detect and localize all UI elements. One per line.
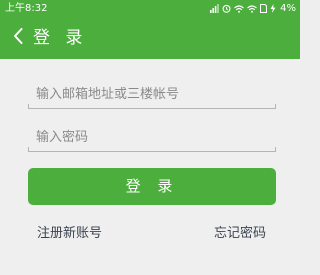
status-time: 上午8:32 xyxy=(5,3,48,14)
back-button[interactable] xyxy=(10,26,26,50)
chevron-left-icon xyxy=(13,28,23,48)
wifi-icon-secondary xyxy=(247,4,257,13)
password-field xyxy=(28,125,276,152)
alarm-icon xyxy=(222,4,231,13)
signal-icon xyxy=(210,4,219,13)
battery-percentage: 4% xyxy=(280,3,296,14)
status-bar: 上午8:32 4% xyxy=(0,0,300,17)
register-link[interactable]: 注册新账号 xyxy=(37,222,102,241)
page-title: 登 录 xyxy=(33,28,88,48)
login-screen: 上午8:32 4% 登 录 输入邮箱地址或三楼帐号 登 录 注册新账号 忘记密码 xyxy=(0,0,300,275)
battery-charging-icon xyxy=(270,4,276,13)
wifi-icon xyxy=(234,4,244,13)
forgot-password-link[interactable]: 忘记密码 xyxy=(214,222,266,241)
account-field xyxy=(28,82,276,109)
login-button[interactable]: 登 录 xyxy=(28,168,276,205)
title-bar: 登 录 xyxy=(0,17,300,59)
sim-icon xyxy=(260,4,268,13)
status-icons: 4% xyxy=(210,0,296,17)
account-input[interactable] xyxy=(36,82,272,106)
password-input[interactable] xyxy=(36,125,272,149)
